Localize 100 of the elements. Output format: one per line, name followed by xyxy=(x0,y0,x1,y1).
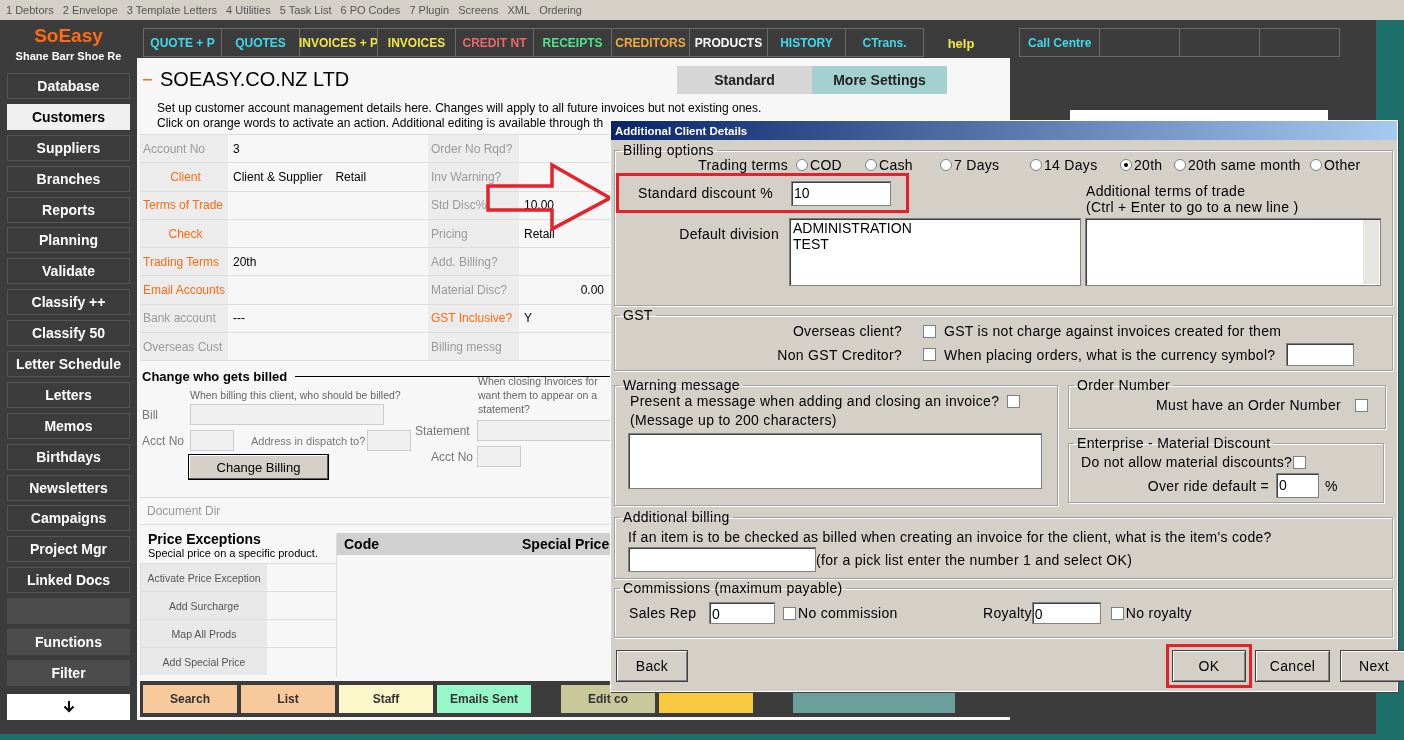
nav-button[interactable]: QUOTE + P xyxy=(143,28,222,57)
sidebar-button[interactable]: Project Mgr xyxy=(7,536,130,563)
sidebar-button[interactable]: Letter Schedule xyxy=(7,351,130,377)
sidebar-button[interactable]: Database xyxy=(7,73,130,99)
sidebar-button[interactable]: Suppliers xyxy=(7,134,130,161)
field-label: Standard discount % xyxy=(637,185,774,201)
tab[interactable]: Standard xyxy=(677,65,812,94)
change-billing-button[interactable]: Change Billing xyxy=(188,454,329,481)
field-value: Retail xyxy=(335,169,367,184)
sidebar-button[interactable]: Newsletters xyxy=(7,474,130,501)
dialog-button[interactable]: OK xyxy=(1172,650,1246,682)
toolbar-slot[interactable] xyxy=(1259,28,1340,57)
dialog-button[interactable]: Cancel xyxy=(1255,650,1330,682)
help-link[interactable]: help xyxy=(923,28,999,58)
section-title: Change who gets billed xyxy=(142,369,288,385)
scrollbar[interactable] xyxy=(1363,220,1379,284)
toolbar-slot[interactable] xyxy=(1099,28,1180,57)
sidebar-button[interactable]: Functions xyxy=(7,629,130,656)
input-field[interactable] xyxy=(1286,343,1355,366)
hint-text: When billing this client, who should be billed? xyxy=(189,388,401,403)
input-field[interactable]: 10 xyxy=(791,180,891,206)
radio-option[interactable]: 20th xyxy=(1120,157,1174,173)
checkbox[interactable] xyxy=(1007,394,1021,408)
tab[interactable]: More Settings xyxy=(812,65,947,94)
nav-button[interactable]: HISTORY xyxy=(767,28,846,57)
field-value: 0.00 xyxy=(579,283,604,298)
radio-option[interactable]: 20th same month xyxy=(1174,157,1310,173)
field-value: Y xyxy=(524,311,533,326)
bottom-button[interactable]: Search xyxy=(143,685,237,714)
nav-button[interactable]: CTrans. xyxy=(845,28,924,57)
price-action-button[interactable]: Map All Prods xyxy=(141,620,267,648)
input-field[interactable]: 0 xyxy=(1276,473,1319,498)
toolbar-slot[interactable] xyxy=(1179,28,1260,57)
sidebar-button[interactable]: Filter xyxy=(7,659,130,686)
input-field[interactable] xyxy=(367,430,412,452)
nav-button[interactable]: CREDIT NT xyxy=(455,28,534,57)
input-field[interactable]: 0 xyxy=(709,602,775,624)
input-field[interactable]: 0 xyxy=(1031,602,1101,624)
checkbox[interactable] xyxy=(1355,398,1368,412)
sidebar-button[interactable]: Reports xyxy=(7,196,130,223)
radio-option[interactable]: 14 Days xyxy=(1030,157,1120,173)
menu-item[interactable]: Screens xyxy=(458,4,499,16)
checkbox[interactable] xyxy=(923,348,936,361)
list-item[interactable]: TEST xyxy=(793,236,829,252)
sidebar-button[interactable]: Birthdays xyxy=(7,443,130,470)
checkbox[interactable] xyxy=(783,606,796,620)
radio-option[interactable]: Cash xyxy=(865,157,940,173)
sidebar-button[interactable]: Branches xyxy=(7,165,130,192)
bottom-button[interactable]: List xyxy=(241,685,335,714)
sidebar-button[interactable]: Letters xyxy=(7,381,130,408)
input-field[interactable] xyxy=(477,446,521,468)
checkbox[interactable] xyxy=(923,324,936,338)
list-item[interactable]: ADMINISTRATION xyxy=(793,220,912,236)
nav-button[interactable]: RECEIPTS xyxy=(533,28,612,57)
collapse-icon[interactable] xyxy=(143,78,152,81)
menu-item[interactable]: Ordering xyxy=(539,4,582,16)
input-field[interactable] xyxy=(190,404,384,426)
sidebar-button[interactable]: Linked Docs xyxy=(7,567,130,594)
scroll-down-button[interactable] xyxy=(7,693,130,720)
menu-item[interactable]: 3 Template Letters xyxy=(126,4,218,16)
nav-button[interactable]: QUOTES xyxy=(221,28,300,57)
text-area[interactable] xyxy=(628,433,1042,489)
nav-button[interactable]: INVOICES xyxy=(377,28,456,57)
bottom-button[interactable]: Emails Sent xyxy=(437,685,531,714)
sidebar-button[interactable]: Campaigns xyxy=(7,505,130,532)
price-action-button[interactable]: Add Special Price xyxy=(141,648,267,676)
menu-item[interactable]: 6 PO Codes xyxy=(340,4,401,16)
dialog-title: Additional Client Details xyxy=(611,121,1397,140)
list-box[interactable]: ADMINISTRATION TEST xyxy=(789,218,1081,286)
checkbox[interactable] xyxy=(1293,455,1307,469)
menu-item[interactable]: 4 Utilities xyxy=(226,4,271,16)
menu-item[interactable]: 2 Envelope xyxy=(62,4,118,16)
field-label: Do not allow material discounts? xyxy=(1081,454,1293,470)
nav-button[interactable]: PRODUCTS xyxy=(689,28,768,57)
sidebar-button[interactable]: Customers xyxy=(7,103,130,130)
radio-option[interactable]: Other xyxy=(1310,157,1380,173)
sidebar-button[interactable]: Classify ++ xyxy=(7,289,130,316)
menu-item[interactable]: 7 Plugin xyxy=(409,4,450,16)
call-centre-button[interactable]: Call Centre xyxy=(1019,28,1100,57)
checkbox[interactable] xyxy=(1110,606,1124,620)
dialog-button[interactable]: Next xyxy=(1340,650,1404,682)
sidebar-button[interactable]: Classify 50 xyxy=(7,320,130,347)
radio-option[interactable]: COD xyxy=(796,157,865,173)
price-action-button[interactable]: Activate Price Exception xyxy=(141,564,267,592)
menu-item[interactable]: XML xyxy=(507,4,531,16)
group-label: Warning message xyxy=(622,377,741,393)
price-action-button[interactable]: Add Surcharge xyxy=(141,592,267,620)
sidebar-button[interactable]: Planning xyxy=(7,227,130,254)
field-value: Client & Supplier xyxy=(233,169,323,184)
radio-option[interactable]: 7 Days xyxy=(940,157,1030,173)
input-field[interactable] xyxy=(628,547,816,572)
bottom-button[interactable]: Staff xyxy=(339,685,433,714)
field-label: No commission xyxy=(798,605,899,621)
menu-item[interactable]: 5 Task List xyxy=(279,4,332,16)
dialog-button[interactable]: Back xyxy=(616,650,688,682)
sidebar-button[interactable]: Validate xyxy=(7,258,130,285)
menu-item[interactable]: 1 Debtors xyxy=(6,4,54,16)
sidebar-button[interactable]: Memos xyxy=(7,412,130,439)
nav-button[interactable]: CREDITORS xyxy=(611,28,690,57)
input-field[interactable] xyxy=(190,430,234,452)
